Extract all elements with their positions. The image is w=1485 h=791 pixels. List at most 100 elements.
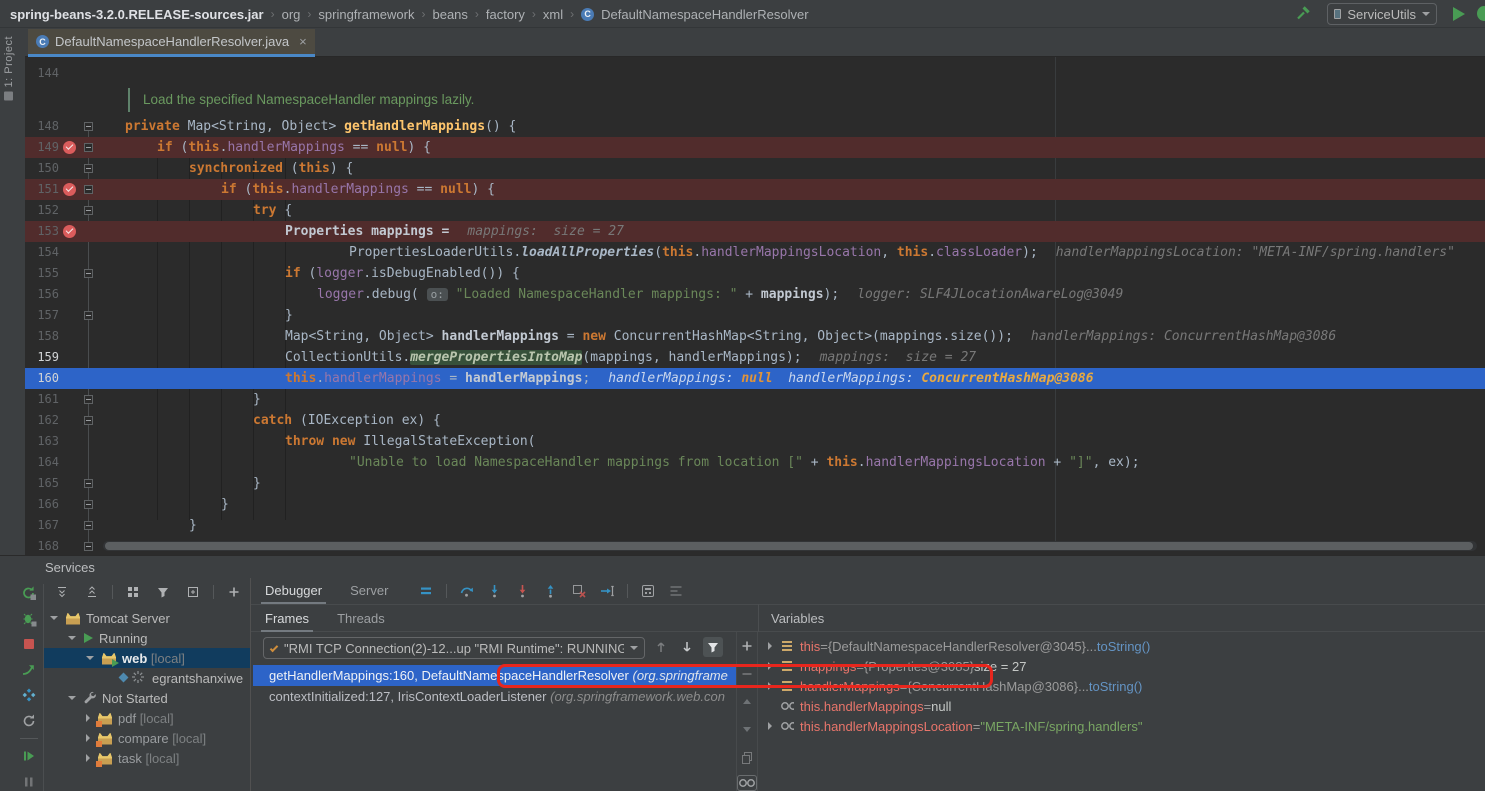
debug-button[interactable] (1477, 6, 1485, 21)
chevron-right-icon[interactable] (86, 754, 90, 762)
expand-arrow-icon[interactable] (768, 662, 772, 670)
scrollbar-thumb[interactable] (105, 542, 1473, 550)
tab-threads[interactable]: Threads (323, 605, 399, 632)
run-to-cursor-icon[interactable] (597, 581, 617, 601)
tab-frames[interactable]: Frames (251, 605, 323, 632)
tab-server[interactable]: Server (336, 578, 402, 604)
build-hammer-icon[interactable] (1295, 5, 1313, 24)
tree-item-compare[interactable]: compare [local] (44, 728, 250, 748)
variable-row-this[interactable]: this = {DefaultNamespaceHandlerResolver@… (758, 636, 1485, 656)
fold-marker-icon[interactable] (84, 269, 93, 278)
drop-frame-icon[interactable] (569, 581, 589, 601)
run-configuration-select[interactable]: ServiceUtils (1327, 3, 1437, 25)
stop-icon[interactable] (19, 635, 39, 654)
run-button[interactable] (1453, 7, 1465, 21)
fold-marker-icon[interactable] (84, 122, 93, 131)
fold-marker-icon[interactable] (84, 206, 93, 215)
resume-icon[interactable] (19, 747, 39, 766)
line-number: 144 (25, 63, 59, 84)
tab-defaultnamespacehandlerresolver[interactable]: C DefaultNamespaceHandlerResolver.java × (28, 29, 315, 54)
breadcrumb-item[interactable]: org (282, 7, 301, 22)
expand-arrow-icon[interactable] (768, 642, 772, 650)
pause-icon[interactable] (19, 773, 39, 791)
fold-marker-icon[interactable] (84, 311, 93, 320)
remove-watch-icon[interactable] (737, 664, 757, 684)
hide-library-frames-icon[interactable] (703, 637, 723, 657)
stack-frame[interactable]: contextInitialized:127, IrisContextLoade… (253, 686, 736, 707)
tree-item-task[interactable]: task [local] (44, 748, 250, 768)
tab-debugger[interactable]: Debugger (251, 578, 336, 604)
rerun-icon[interactable] (19, 584, 39, 603)
variable-row-mappings[interactable]: mappings = {Properties@3085} size = 27 (758, 656, 1485, 676)
fold-marker-icon[interactable] (84, 395, 93, 404)
show-watches-icon[interactable] (737, 775, 757, 791)
tostring-link[interactable]: toString() (1089, 679, 1142, 694)
refresh-icon[interactable] (19, 712, 39, 731)
fold-marker-icon[interactable] (84, 185, 93, 194)
breadcrumb-item[interactable]: factory (486, 7, 525, 22)
step-over-icon[interactable] (457, 581, 477, 601)
toolwindow-project-button[interactable]: 1: Project (3, 36, 15, 104)
variable-row-handlerMappings[interactable]: handlerMappings = {ConcurrentHashMap@308… (758, 676, 1485, 696)
tree-item-not-started[interactable]: Not Started (44, 688, 250, 708)
breadcrumb-item[interactable]: DefaultNamespaceHandlerResolver (601, 7, 808, 22)
tree-item-egrantshanxiwe[interactable]: egrantshanxiwe (44, 668, 250, 688)
fold-marker-icon[interactable] (84, 143, 93, 152)
add-service-frame-icon[interactable] (183, 582, 203, 602)
code-editor[interactable]: 144Load the specified NamespaceHandler m… (25, 57, 1485, 555)
tree-item-tomcat-server[interactable]: Tomcat Server (44, 608, 250, 628)
tree-item-running[interactable]: Running (44, 628, 250, 648)
tree-item-web[interactable]: web [local] (44, 648, 250, 668)
fold-marker-icon[interactable] (84, 542, 93, 551)
fold-marker-icon[interactable] (84, 521, 93, 530)
variable-row-this-handlerMappings[interactable]: this.handlerMappings = null (758, 696, 1485, 716)
expand-arrow-icon[interactable] (768, 682, 772, 690)
restore-layout-icon[interactable] (666, 581, 686, 601)
editor-horizontal-scrollbar[interactable] (103, 541, 1477, 551)
fold-marker-icon[interactable] (84, 164, 93, 173)
expand-all-icon[interactable] (52, 582, 72, 602)
chevron-down-icon[interactable] (68, 636, 76, 640)
tree-item-pdf[interactable]: pdf [local] (44, 708, 250, 728)
step-into-icon[interactable] (485, 581, 505, 601)
evaluate-expression-icon[interactable] (638, 581, 658, 601)
next-frame-icon[interactable] (677, 637, 697, 657)
chevron-down-icon[interactable] (50, 616, 58, 620)
chevron-down-icon[interactable] (86, 656, 94, 660)
force-step-into-icon[interactable] (513, 581, 533, 601)
previous-frame-icon[interactable] (651, 637, 671, 657)
tostring-link[interactable]: toString() (1097, 639, 1150, 654)
close-icon[interactable]: × (299, 34, 307, 49)
add-icon[interactable] (224, 582, 244, 602)
stack-frame[interactable]: getHandlerMappings:160, DefaultNamespace… (253, 665, 736, 686)
expand-arrow-icon[interactable] (768, 722, 772, 730)
add-watch-icon[interactable] (737, 636, 757, 656)
rerun-debug-icon[interactable] (19, 610, 39, 629)
tab-title: DefaultNamespaceHandlerResolver.java (55, 34, 289, 49)
step-out-icon[interactable] (541, 581, 561, 601)
fold-marker-icon[interactable] (84, 479, 93, 488)
chevron-right-icon[interactable] (86, 734, 90, 742)
deploy-icon[interactable] (19, 661, 39, 680)
copy-value-icon[interactable] (737, 747, 757, 767)
move-down-icon[interactable] (737, 719, 757, 739)
chevron-right-icon[interactable] (86, 714, 90, 722)
filter-icon[interactable] (153, 582, 173, 602)
show-execution-point-icon[interactable] (416, 581, 436, 601)
breakpoint-icon[interactable] (63, 141, 76, 154)
breakpoint-icon[interactable] (63, 183, 76, 196)
breakpoint-icon[interactable] (63, 225, 76, 238)
hotswap-icon[interactable] (19, 686, 39, 705)
fold-marker-icon[interactable] (84, 416, 93, 425)
breadcrumb-item[interactable]: springframework (318, 7, 414, 22)
group-by-icon[interactable] (123, 582, 143, 602)
variable-row-this-handlerMappingsLocation[interactable]: this.handlerMappingsLocation = "META-INF… (758, 716, 1485, 736)
breadcrumb-item[interactable]: beans (432, 7, 467, 22)
move-up-icon[interactable] (737, 692, 757, 712)
breadcrumb-item[interactable]: xml (543, 7, 563, 22)
chevron-down-icon[interactable] (68, 696, 76, 700)
thread-selector-dropdown[interactable]: "RMI TCP Connection(2)-12...up "RMI Runt… (263, 637, 645, 659)
collapse-all-icon[interactable] (82, 582, 102, 602)
breadcrumb-item[interactable]: spring-beans-3.2.0.RELEASE-sources.jar (10, 7, 264, 22)
fold-marker-icon[interactable] (84, 500, 93, 509)
